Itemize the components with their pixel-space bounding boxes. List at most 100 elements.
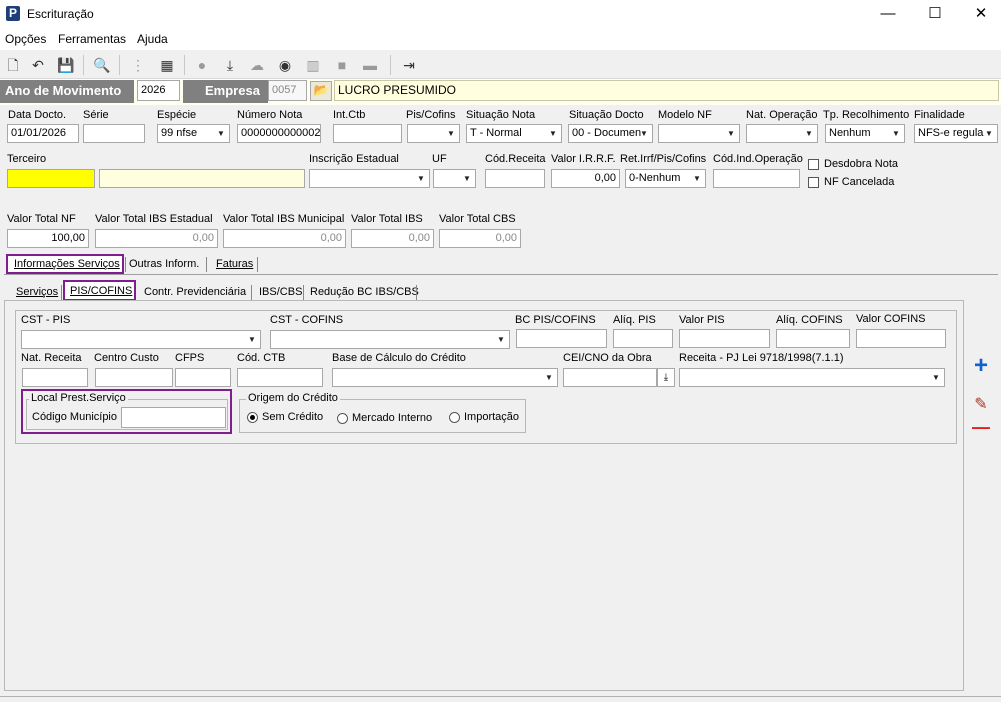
maximize-button[interactable]: ☐ xyxy=(912,0,958,28)
situacao-docto-value: 00 - Documen xyxy=(572,127,642,139)
gray-square-icon[interactable]: ■ xyxy=(332,55,352,75)
uf-label: UF xyxy=(432,153,447,165)
uf-select[interactable]: ▼ xyxy=(433,169,476,188)
int-ctb-field[interactable] xyxy=(333,124,402,143)
origem-credito-title: Origem do Crédito xyxy=(246,392,340,404)
open-folder-icon[interactable]: 📂 xyxy=(310,81,332,101)
cfps-label: CFPS xyxy=(175,352,205,364)
especie-select[interactable]: 99 nfse ▼ xyxy=(157,124,230,143)
aliq-pis-label: Alíq. PIS xyxy=(613,314,656,326)
data-docto-field[interactable]: 01/01/2026 xyxy=(7,124,79,143)
cst-cofins-label: CST - COFINS xyxy=(270,314,344,326)
centro-custo-field[interactable] xyxy=(95,368,173,387)
tp-recolhimento-label: Tp. Recolhimento xyxy=(823,109,910,121)
tree-icon[interactable]: ⋮ xyxy=(128,55,148,75)
remove-button[interactable]: — xyxy=(967,418,995,438)
download-icon[interactable]: ⤓ xyxy=(220,55,240,75)
serie-field[interactable] xyxy=(83,124,145,143)
tab-faturas[interactable]: Faturas xyxy=(212,256,257,274)
aliq-pis-field[interactable] xyxy=(613,329,673,348)
minus-bar-icon[interactable]: ▬ xyxy=(360,55,380,75)
cei-cno-field[interactable] xyxy=(563,368,657,387)
pis-cofins-select[interactable]: ▼ xyxy=(407,124,460,143)
cod-ind-operacao-field[interactable] xyxy=(713,169,800,188)
menu-ajuda[interactable]: Ajuda xyxy=(137,32,168,46)
finalidade-value: NFS-e regula xyxy=(918,127,984,139)
save-icon[interactable]: 💾 xyxy=(56,55,76,75)
add-button[interactable]: + xyxy=(967,354,995,380)
receita-pj-label: Receita - PJ Lei 9718/1998(7.1.1) xyxy=(679,352,844,364)
cst-cofins-select[interactable]: ▼ xyxy=(270,330,510,349)
bc-pis-cofins-field[interactable] xyxy=(516,329,607,348)
exit-icon[interactable]: ⇥ xyxy=(399,55,419,75)
coins-icon[interactable]: ◉ xyxy=(275,55,295,75)
split-icon[interactable]: ▥ xyxy=(303,55,323,75)
cod-ctb-field[interactable] xyxy=(237,368,323,387)
apple-icon[interactable]: ● xyxy=(192,55,212,75)
aliq-cofins-field[interactable] xyxy=(776,329,850,348)
minimize-button[interactable]: — xyxy=(865,0,911,28)
terceiro-code-field[interactable] xyxy=(7,169,95,188)
chevron-down-icon: ▼ xyxy=(549,129,557,138)
ano-label: Ano de Movimento xyxy=(0,80,134,103)
ret-irrf-value: 0-Nenhum xyxy=(629,172,681,184)
chevron-down-icon: ▼ xyxy=(892,129,900,138)
menu-ferramentas[interactable]: Ferramentas xyxy=(58,32,126,46)
tab-separator xyxy=(61,285,62,300)
desdobra-nota-checkbox[interactable] xyxy=(808,159,819,170)
situacao-nota-select[interactable]: T - Normal ▼ xyxy=(466,124,562,143)
valor-total-nf-label: Valor Total NF xyxy=(7,213,76,225)
edit-icon[interactable]: ✎ xyxy=(967,395,995,415)
ano-field[interactable]: 2026 xyxy=(137,80,180,101)
nat-receita-field[interactable] xyxy=(22,368,88,387)
inscricao-estadual-select[interactable]: ▼ xyxy=(309,169,430,188)
radio-mercado-interno[interactable] xyxy=(337,413,348,424)
sem-credito-label: Sem Crédito xyxy=(262,411,324,423)
chevron-down-icon: ▼ xyxy=(248,335,256,344)
tab-outras-inform[interactable]: Outras Inform. xyxy=(125,256,203,274)
nf-cancelada-checkbox[interactable] xyxy=(808,177,819,188)
nat-operacao-select[interactable]: ▼ xyxy=(746,124,818,143)
empresa-name-field: LUCRO PRESUMIDO xyxy=(334,80,999,101)
print-preview-icon[interactable]: 🔍 xyxy=(92,55,112,75)
menu-opcoes[interactable]: Opções xyxy=(5,32,46,46)
cfps-field[interactable] xyxy=(175,368,231,387)
situacao-nota-label: Situação Nota xyxy=(466,109,536,121)
empresa-code-field[interactable]: 0057 xyxy=(268,80,307,101)
finalidade-select[interactable]: NFS-e regula ▼ xyxy=(914,124,998,143)
valor-cofins-field[interactable] xyxy=(856,329,946,348)
cst-pis-select[interactable]: ▼ xyxy=(21,330,261,349)
cod-receita-field[interactable] xyxy=(485,169,545,188)
cst-pis-label: CST - PIS xyxy=(21,314,71,326)
base-credito-select[interactable]: ▼ xyxy=(332,368,558,387)
ret-irrf-select[interactable]: 0-Nenhum ▼ xyxy=(625,169,706,188)
aliq-cofins-label: Alíq. COFINS xyxy=(776,314,843,326)
new-document-icon[interactable]: 🗋 xyxy=(3,55,23,75)
undo-icon[interactable]: ↶ xyxy=(28,55,48,75)
tab-pis-cofins[interactable]: PIS/COFINS xyxy=(66,283,136,301)
tp-recolhimento-select[interactable]: Nenhum ▼ xyxy=(825,124,905,143)
title-bar xyxy=(0,0,1001,28)
modelo-nf-select[interactable]: ▼ xyxy=(658,124,740,143)
receita-pj-select[interactable]: ▼ xyxy=(679,368,945,387)
valor-total-nf-field[interactable]: 100,00 xyxy=(7,229,89,248)
radio-importacao[interactable] xyxy=(449,412,460,423)
radio-sem-credito[interactable] xyxy=(247,412,258,423)
chevron-down-icon: ▼ xyxy=(417,174,425,183)
modelo-nf-label: Modelo NF xyxy=(658,109,712,121)
calculator-icon[interactable]: ▦ xyxy=(157,55,177,75)
valor-pis-label: Valor PIS xyxy=(679,314,725,326)
bottom-border xyxy=(0,696,1001,697)
codigo-municipio-field[interactable] xyxy=(121,407,226,428)
numero-nota-field[interactable]: 0000000000002 xyxy=(237,124,321,143)
terceiro-name-field xyxy=(99,169,305,188)
valor-pis-field[interactable] xyxy=(679,329,770,348)
cloud-icon[interactable]: ☁ xyxy=(247,55,267,75)
situacao-docto-select[interactable]: 00 - Documen ▼ xyxy=(568,124,653,143)
tab-informacoes-servicos[interactable]: Informações Serviços xyxy=(10,256,124,274)
valor-irrf-field[interactable]: 0,00 xyxy=(551,169,620,188)
close-button[interactable]: ✕ xyxy=(958,0,1001,28)
cei-cno-label: CEI/CNO da Obra xyxy=(563,352,652,364)
ibs-municipal-field: 0,00 xyxy=(223,229,346,248)
download-icon[interactable]: ⤓ xyxy=(657,368,675,387)
